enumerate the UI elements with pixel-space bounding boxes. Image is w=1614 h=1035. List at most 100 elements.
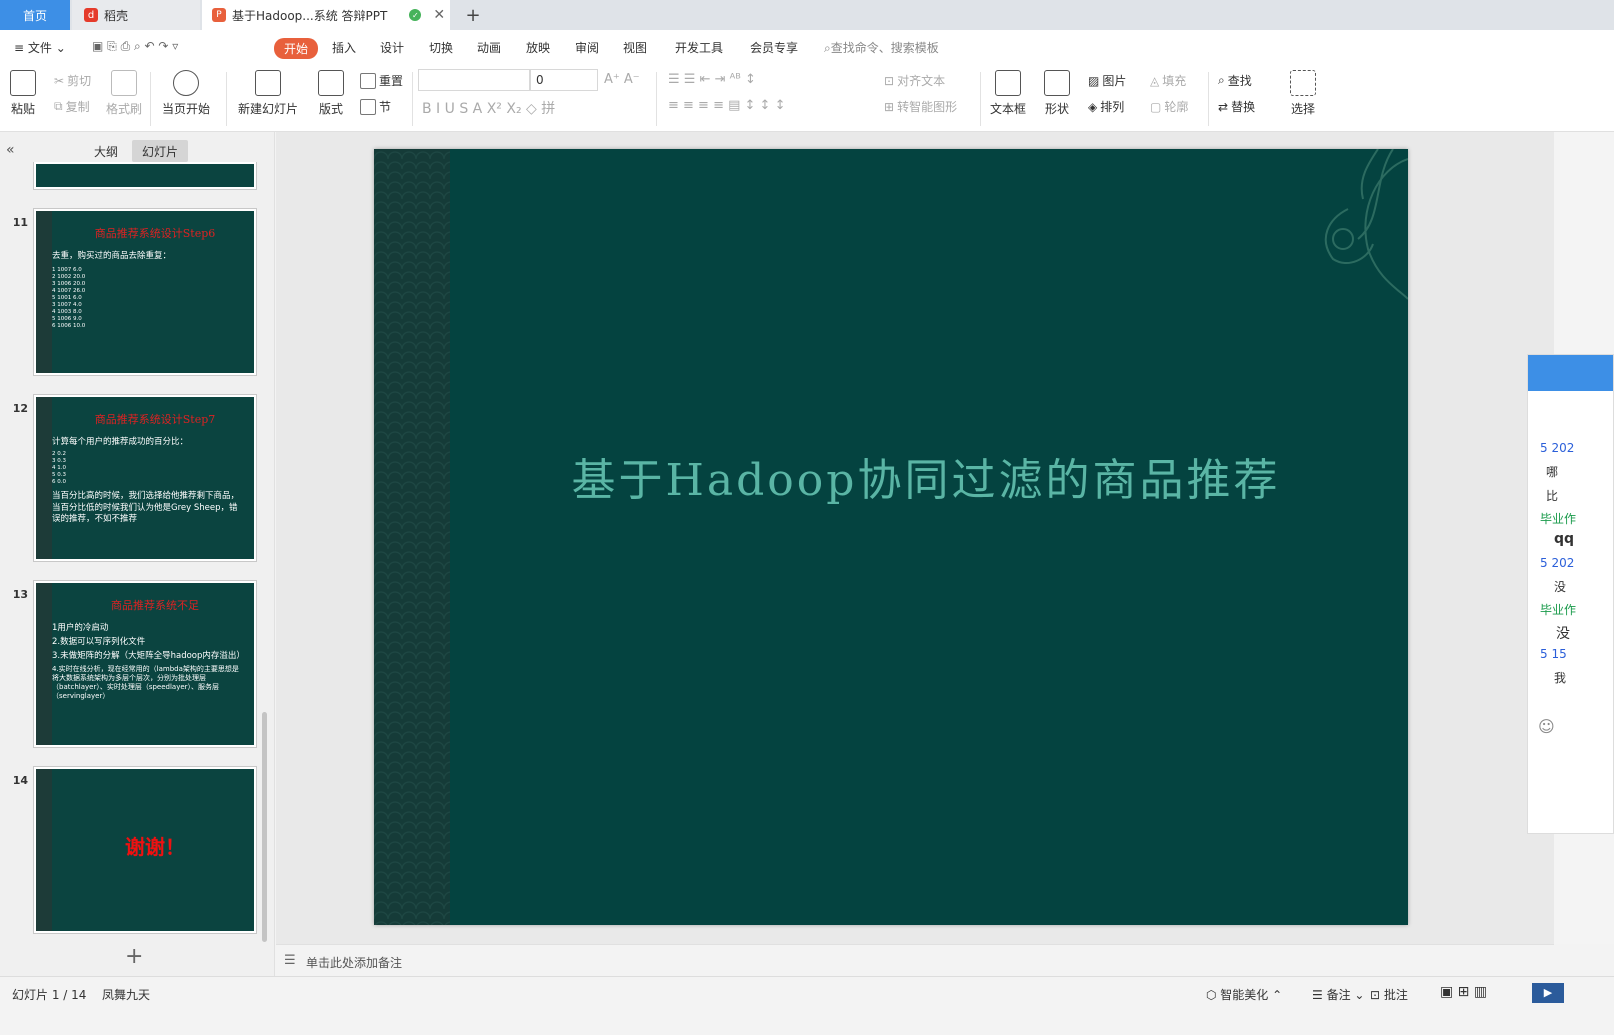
- command-search-placeholder: 查找命令、搜索模板: [830, 41, 939, 55]
- divider: [226, 72, 227, 126]
- slide-thumbnail[interactable]: 商品推荐系统设计Step7 计算每个用户的推荐成功的百分比： 2 0.2 3 0.…: [33, 394, 257, 562]
- tab-slideshow[interactable]: 放映: [526, 39, 550, 56]
- copy-icon: ⧉: [54, 99, 63, 113]
- slide-title[interactable]: 基于Hadoop协同过滤的商品推荐: [524, 444, 1328, 508]
- view-mode-icons[interactable]: ▣ ⊞ ▥: [1440, 984, 1487, 1000]
- divider: [412, 72, 413, 126]
- textbox-icon: [995, 70, 1021, 96]
- slide-number: 14: [12, 774, 28, 787]
- align-text-icon: ⊡: [884, 73, 895, 88]
- find-label: 查找: [1227, 74, 1252, 88]
- file-menu[interactable]: ≡ 文件 ⌄: [14, 39, 66, 56]
- comments-button[interactable]: ⊡ 批注: [1370, 986, 1408, 1003]
- chat-popup[interactable]: 5 202 哪 比 毕业作 qq 5 202 没 毕业作 没 5 15 我 ☺: [1527, 354, 1614, 834]
- tab-home[interactable]: 首页: [0, 0, 70, 30]
- collapse-panel-icon[interactable]: «: [6, 142, 15, 158]
- slide-number: 11: [12, 216, 28, 229]
- fill-button[interactable]: ◬ 填充: [1150, 72, 1186, 89]
- tab-transition[interactable]: 切换: [429, 39, 453, 56]
- tab-start[interactable]: 开始: [274, 38, 319, 59]
- tab-review[interactable]: 审阅: [575, 39, 599, 56]
- arrange-button[interactable]: ◈ 排列: [1088, 98, 1124, 115]
- slideshow-play-button[interactable]: ▶: [1532, 983, 1564, 1003]
- search-icon: ⌕: [824, 41, 831, 55]
- status-bar: 幻灯片 1 / 14 凤舞九天 ⬡ 智能美化 ⌃ ☰ 备注 ⌄ ⊡ 批注 ▣ ⊞…: [0, 976, 1614, 1006]
- picture-label: 图片: [1102, 74, 1127, 88]
- thumbnail-background: [36, 164, 254, 187]
- tab-daoke[interactable]: d 稻壳: [72, 0, 200, 30]
- tab-devtools[interactable]: 开发工具: [675, 39, 723, 56]
- panel-scrollbar[interactable]: [262, 712, 267, 942]
- play-from-current-button[interactable]: 当页开始: [162, 70, 210, 117]
- quick-access-icons[interactable]: ▣ ⎘ ⎙ ⌕ ↶ ↷ ▿: [92, 39, 178, 54]
- smart-art-button[interactable]: ⊞ 转智能图形: [884, 98, 957, 115]
- section-icon: [360, 98, 376, 115]
- thumbnail-line: 3.未做矩阵的分解（大矩阵全导hadoop内存溢出）: [52, 651, 245, 661]
- tab-view[interactable]: 视图: [623, 39, 647, 56]
- data-line: 5 0.3: [52, 472, 66, 478]
- command-search[interactable]: ⌕查找命令、搜索模板: [824, 39, 939, 56]
- format-painter-button[interactable]: 格式刷: [106, 70, 142, 117]
- font-style-icons[interactable]: B I U S A X² X₂ ◇ 拼: [422, 98, 555, 118]
- font-size-select[interactable]: 0: [530, 69, 598, 91]
- smart-art-icon: ⊞: [884, 99, 895, 114]
- theme-name[interactable]: 凤舞九天: [102, 986, 150, 1003]
- tab-insert[interactable]: 插入: [332, 39, 356, 56]
- tab-design[interactable]: 设计: [380, 39, 404, 56]
- tab-outline[interactable]: 大纲: [84, 140, 128, 162]
- font-family-select[interactable]: [418, 69, 530, 91]
- emoji-icon[interactable]: ☺: [1538, 717, 1555, 736]
- textbox-button[interactable]: 文本框: [990, 70, 1026, 117]
- thumbnail-line: 1用户的冷启动: [52, 623, 109, 633]
- notes-icon: ☰: [284, 953, 296, 968]
- outline-button[interactable]: ▢ 轮廓: [1150, 98, 1188, 115]
- current-slide[interactable]: 基于Hadoop协同过滤的商品推荐: [374, 149, 1408, 925]
- data-line: 2 0.2: [52, 451, 66, 457]
- chat-line: 哪: [1546, 465, 1559, 479]
- thumbnail-body: 去重，购买过的商品去除重复：: [52, 251, 172, 261]
- paragraph-align-icons[interactable]: ≡ ≡ ≡ ≡ ▤ ↕ ↕ ↕: [668, 98, 785, 113]
- tab-animation[interactable]: 动画: [477, 39, 501, 56]
- tab-document[interactable]: P 基于Hadoop...系统 答辩PPT ✓ ✕: [202, 0, 450, 30]
- fill-label: 填充: [1162, 74, 1187, 88]
- cut-button[interactable]: ✂ 剪切: [54, 72, 91, 89]
- replace-button[interactable]: ⇄ 替换: [1218, 98, 1255, 115]
- find-button[interactable]: ⌕ 查找: [1218, 72, 1252, 89]
- paste-button[interactable]: 粘贴: [10, 70, 36, 117]
- list-indent-icons[interactable]: ☰ ☰ ⇤ ⇥ ᴬᴮ ↕: [668, 72, 756, 87]
- notes-area[interactable]: ☰ 单击此处添加备注: [276, 944, 1554, 976]
- slide-thumbnail[interactable]: 谢谢！: [33, 766, 257, 934]
- outline-label: 轮廓: [1164, 100, 1189, 114]
- tab-slides[interactable]: 幻灯片: [132, 140, 189, 162]
- add-slide-button[interactable]: +: [125, 944, 143, 969]
- tab-member[interactable]: 会员专享: [750, 39, 798, 56]
- brush-icon: [111, 70, 137, 96]
- outline-icon: ▢: [1150, 99, 1162, 114]
- thumbnail-title: 商品推荐系统设计Step7: [94, 413, 216, 426]
- notes-toggle-button[interactable]: ☰ 备注 ⌄: [1312, 986, 1364, 1003]
- new-tab-button[interactable]: +: [460, 0, 486, 30]
- layout-button[interactable]: 版式: [318, 70, 344, 117]
- copy-button[interactable]: ⧉ 复制: [54, 98, 90, 115]
- paste-icon: [10, 70, 36, 96]
- new-slide-button[interactable]: 新建幻灯片: [238, 70, 298, 117]
- comment-icon: ⊡: [1370, 988, 1384, 1002]
- picture-button[interactable]: ▨ 图片: [1088, 72, 1126, 89]
- thumbnail-line: 2.数据可以写序列化文件: [52, 637, 146, 647]
- close-tab-icon[interactable]: ✕: [433, 7, 445, 23]
- slide-thumbnail[interactable]: 商品推荐系统不足 1用户的冷启动 2.数据可以写序列化文件 3.未做矩阵的分解（…: [33, 580, 257, 748]
- smart-beautify-button[interactable]: ⬡ 智能美化 ⌃: [1206, 986, 1282, 1003]
- shape-button[interactable]: 形状: [1044, 70, 1070, 117]
- play-icon: [173, 70, 199, 96]
- section-button[interactable]: 节: [360, 98, 391, 115]
- reset-button[interactable]: 重置: [360, 72, 403, 89]
- font-size-adjust-icons[interactable]: A⁺ A⁻: [604, 72, 640, 87]
- slide-panel: « 大纲 幻灯片 11 商品推荐系统设计Step6 去重，购买过的商品去除重复：…: [0, 132, 275, 1000]
- slide-thumbnail[interactable]: 商品推荐系统设计Step6 去重，购买过的商品去除重复： 1 1007 6.0 2…: [33, 208, 257, 376]
- slide-thumbnail-partial[interactable]: [33, 162, 257, 190]
- select-button[interactable]: 选择: [1290, 70, 1316, 117]
- beautify-label: 智能美化: [1220, 988, 1269, 1002]
- paste-label: 粘贴: [10, 102, 35, 116]
- thumbnail-strip: [36, 211, 52, 373]
- align-text-button[interactable]: ⊡ 对齐文本: [884, 72, 945, 89]
